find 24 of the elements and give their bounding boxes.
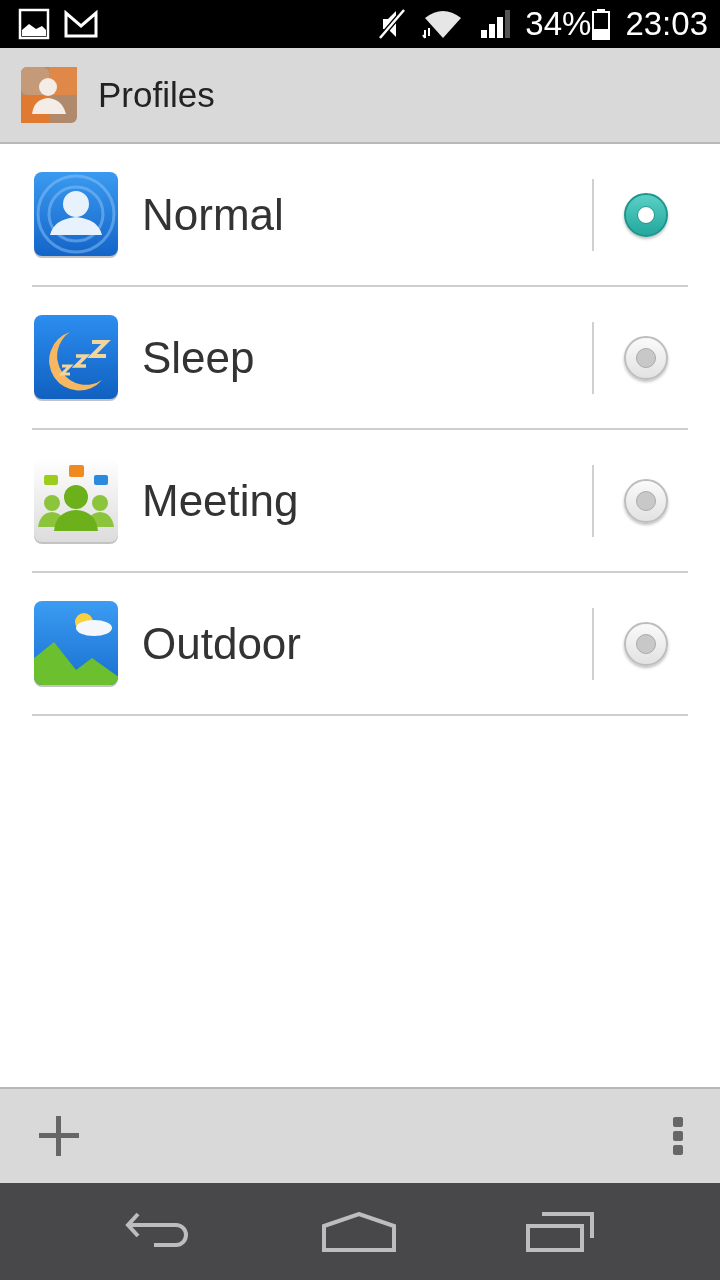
recent-apps-icon[interactable] — [526, 1211, 596, 1252]
overflow-menu-icon[interactable] — [672, 1116, 684, 1156]
signal-icon — [479, 8, 512, 40]
profile-name: Normal — [142, 189, 285, 240]
profile-name: Sleep — [142, 332, 256, 383]
landscape-icon — [32, 599, 120, 688]
radio-button[interactable] — [624, 478, 668, 523]
battery-icon — [591, 8, 612, 40]
battery-percentage: 34% — [525, 5, 592, 43]
profile-name: Meeting — [142, 475, 300, 526]
home-icon[interactable] — [322, 1211, 396, 1252]
moon-icon — [32, 313, 120, 402]
radio-button[interactable] — [624, 335, 668, 380]
muted-speaker-icon — [377, 7, 408, 41]
profile-name: Outdoor — [142, 618, 302, 669]
radio-button[interactable] — [624, 621, 668, 666]
profile-app-icon — [20, 66, 78, 124]
image-icon — [18, 8, 50, 40]
clock-time: 23:03 — [625, 5, 708, 43]
radio-button[interactable] — [624, 192, 668, 237]
app-title: Profiles — [98, 75, 215, 115]
add-icon[interactable] — [38, 1115, 80, 1157]
mail-icon — [64, 10, 98, 38]
person-icon — [32, 170, 120, 259]
